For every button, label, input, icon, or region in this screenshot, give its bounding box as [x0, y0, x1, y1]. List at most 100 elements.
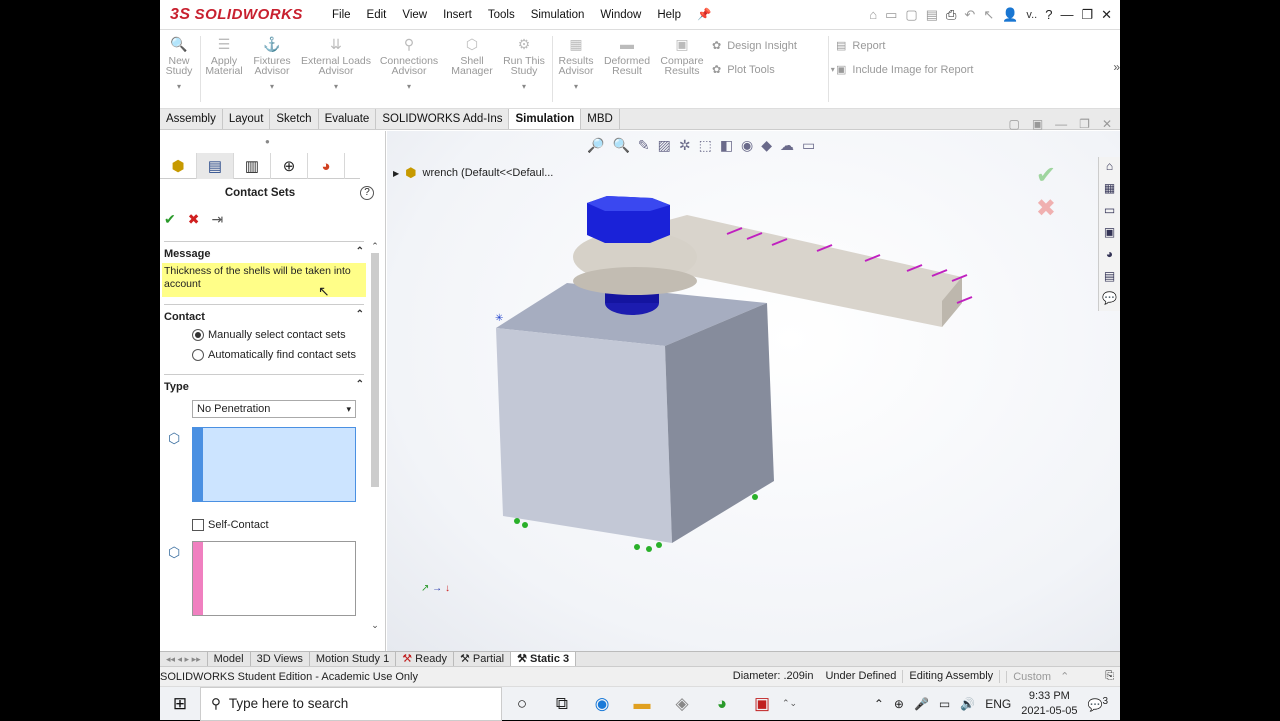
- notifications-icon[interactable]: 💬3: [1087, 696, 1108, 712]
- tab-partial[interactable]: ⚒ Partial: [454, 652, 512, 666]
- expand-chevron-icon[interactable]: »: [1113, 60, 1120, 74]
- pin-menu-icon[interactable]: 📌: [689, 0, 719, 30]
- tab-addins[interactable]: SOLIDWORKS Add-Ins: [376, 109, 510, 129]
- shell-manager-button[interactable]: ⬡ Shell Manager: [448, 36, 496, 76]
- help-icon[interactable]: ?: [1045, 7, 1052, 22]
- tab-motion-study[interactable]: Motion Study 1: [310, 652, 397, 666]
- restore-icon[interactable]: ❐: [1081, 7, 1093, 23]
- taskbar-scroll-icon[interactable]: ⌃⌄: [782, 698, 797, 709]
- home-icon[interactable]: ⌂: [1106, 159, 1113, 177]
- scroll-up-icon[interactable]: ⌃: [369, 241, 381, 252]
- menu-simulation[interactable]: Simulation: [523, 0, 593, 30]
- tab-ready[interactable]: ⚒ Ready: [396, 652, 454, 666]
- close-icon[interactable]: ✕: [1101, 7, 1112, 23]
- units-selector[interactable]: Custom ⌃: [999, 670, 1099, 683]
- print-icon[interactable]: ⎙: [946, 7, 956, 23]
- design-library-icon[interactable]: ▦: [1104, 181, 1115, 199]
- solidworks-logo[interactable]: 3S SOLIDWORKS: [160, 0, 302, 30]
- file-explorer-icon[interactable]: ▬: [622, 694, 662, 714]
- save-icon[interactable]: ▤: [926, 7, 938, 23]
- self-contact-checkbox[interactable]: Self-Contact: [192, 519, 269, 531]
- confirm-cancel-icon[interactable]: ✖: [1036, 194, 1056, 223]
- cancel-icon[interactable]: ✖: [188, 211, 200, 228]
- report-button[interactable]: ▤ Report: [836, 39, 885, 53]
- language-indicator[interactable]: ENG: [985, 697, 1011, 711]
- menu-view[interactable]: View: [394, 0, 435, 30]
- doc-maximize-icon[interactable]: ❐: [1079, 117, 1090, 131]
- undo-icon[interactable]: ↶: [964, 7, 975, 23]
- minimize-icon[interactable]: —: [1060, 7, 1073, 22]
- contact-header[interactable]: Contact ⌃: [164, 304, 364, 323]
- confirm-ok-icon[interactable]: ✔: [1036, 161, 1056, 190]
- select-icon[interactable]: ↖: [983, 7, 994, 23]
- tab-evaluate[interactable]: Evaluate: [319, 109, 377, 129]
- tab-3d-views[interactable]: 3D Views: [251, 652, 310, 666]
- collapse-chevron-icon[interactable]: ⌃: [356, 379, 364, 390]
- tab-layout[interactable]: Layout: [223, 109, 271, 129]
- set2-selection-box[interactable]: [192, 541, 356, 616]
- tab-static-3[interactable]: ⚒ Static 3: [511, 652, 577, 666]
- dimxpert-icon[interactable]: ⊕: [271, 153, 308, 179]
- message-header[interactable]: Message ⌃: [164, 241, 364, 260]
- doc-close-icon[interactable]: ✕: [1102, 117, 1112, 131]
- cortana-icon[interactable]: ○: [502, 694, 542, 714]
- app-icon[interactable]: ◈: [662, 694, 702, 714]
- set1-selection-box[interactable]: [192, 427, 356, 502]
- scroll-thumb[interactable]: [371, 253, 379, 487]
- include-image-button[interactable]: ▣ Include Image for Report: [836, 63, 973, 77]
- home-icon[interactable]: ⌂: [869, 7, 877, 22]
- tab-sketch[interactable]: Sketch: [270, 109, 319, 129]
- rebuild-icon[interactable]: ⎘: [1099, 670, 1120, 683]
- ok-icon[interactable]: ✔: [164, 211, 176, 228]
- apply-material-button[interactable]: ☰ Apply Material: [202, 36, 246, 76]
- appearances-icon[interactable]: ◕: [1106, 247, 1113, 265]
- graphics-area[interactable]: ▢ ▣ — ❐ ✕ 🔎 🔍 ✎ ▨ ✲ ⬚ ◧ ◉ ◆ ☁ ▭ ▶ ⬢ wren…: [387, 117, 1120, 651]
- network-globe-icon[interactable]: ⊕: [894, 697, 904, 711]
- task-view-icon[interactable]: ⧉: [542, 694, 582, 714]
- run-study-button[interactable]: ⚙ Run This Study ▾: [500, 36, 548, 92]
- battery-icon[interactable]: ▭: [939, 697, 950, 711]
- microphone-icon[interactable]: 🎤: [914, 697, 929, 711]
- checkbox[interactable]: [192, 519, 204, 531]
- forum-icon[interactable]: 💬: [1102, 291, 1117, 309]
- display-manager-icon[interactable]: ◕: [308, 153, 345, 179]
- menu-tools[interactable]: Tools: [480, 0, 523, 30]
- deformed-result-button[interactable]: ▬ Deformed Result: [600, 36, 654, 76]
- menu-edit[interactable]: Edit: [359, 0, 395, 30]
- collapse-chevron-icon[interactable]: ⌃: [356, 246, 364, 257]
- plot-tools-button[interactable]: ✿ Plot Tools ▾: [712, 63, 835, 77]
- configuration-icon[interactable]: ▥: [234, 153, 271, 179]
- chrome-icon[interactable]: ◕: [702, 694, 742, 714]
- custom-properties-icon[interactable]: ▤: [1104, 269, 1115, 287]
- drag-handle[interactable]: ●: [265, 137, 270, 146]
- connections-advisor-button[interactable]: ⚲ Connections Advisor ▾: [378, 36, 440, 92]
- doc-restore-icon[interactable]: ▣: [1032, 117, 1043, 131]
- radio-selected[interactable]: [192, 329, 204, 341]
- tab-mbd[interactable]: MBD: [581, 109, 620, 129]
- user-label[interactable]: v..: [1026, 9, 1037, 21]
- contact-type-select[interactable]: No Penetration ▾: [192, 400, 356, 418]
- windows-start-icon[interactable]: ⊞: [160, 694, 200, 714]
- design-insight-button[interactable]: ✿ Design Insight: [712, 39, 797, 53]
- menu-help[interactable]: Help: [649, 0, 689, 30]
- new-study-button[interactable]: 🔍 New Study ▾: [164, 36, 194, 92]
- doc-tile-icon[interactable]: ▢: [1008, 117, 1019, 131]
- view-palette-icon[interactable]: ▣: [1104, 225, 1115, 243]
- pin-icon[interactable]: ⇥: [211, 211, 223, 228]
- show-hidden-icon[interactable]: ⌃: [874, 697, 884, 711]
- external-loads-button[interactable]: ⇊ External Loads Advisor ▾: [300, 36, 372, 92]
- property-manager-icon[interactable]: ▤: [197, 153, 234, 179]
- tab-scroll-arrows-icon[interactable]: ◂◂ ◂ ▸ ▸▸: [160, 652, 208, 666]
- scroll-down-icon[interactable]: ⌄: [369, 620, 381, 631]
- manual-contact-radio[interactable]: Manually select contact sets: [192, 329, 346, 341]
- radio-unselected[interactable]: [192, 349, 204, 361]
- tab-assembly[interactable]: Assembly: [160, 109, 223, 129]
- volume-icon[interactable]: 🔊: [960, 697, 975, 711]
- tab-model[interactable]: Model: [208, 652, 251, 666]
- compare-results-button[interactable]: ▣ Compare Results: [658, 36, 706, 76]
- clock[interactable]: 9:33 PM 2021-05-05: [1021, 689, 1077, 719]
- menu-file[interactable]: File: [324, 0, 359, 30]
- collapse-chevron-icon[interactable]: ⌃: [356, 309, 364, 320]
- feature-tree-icon[interactable]: ⬢: [160, 153, 197, 179]
- panel-scrollbar[interactable]: ⌃ ⌄: [369, 241, 381, 631]
